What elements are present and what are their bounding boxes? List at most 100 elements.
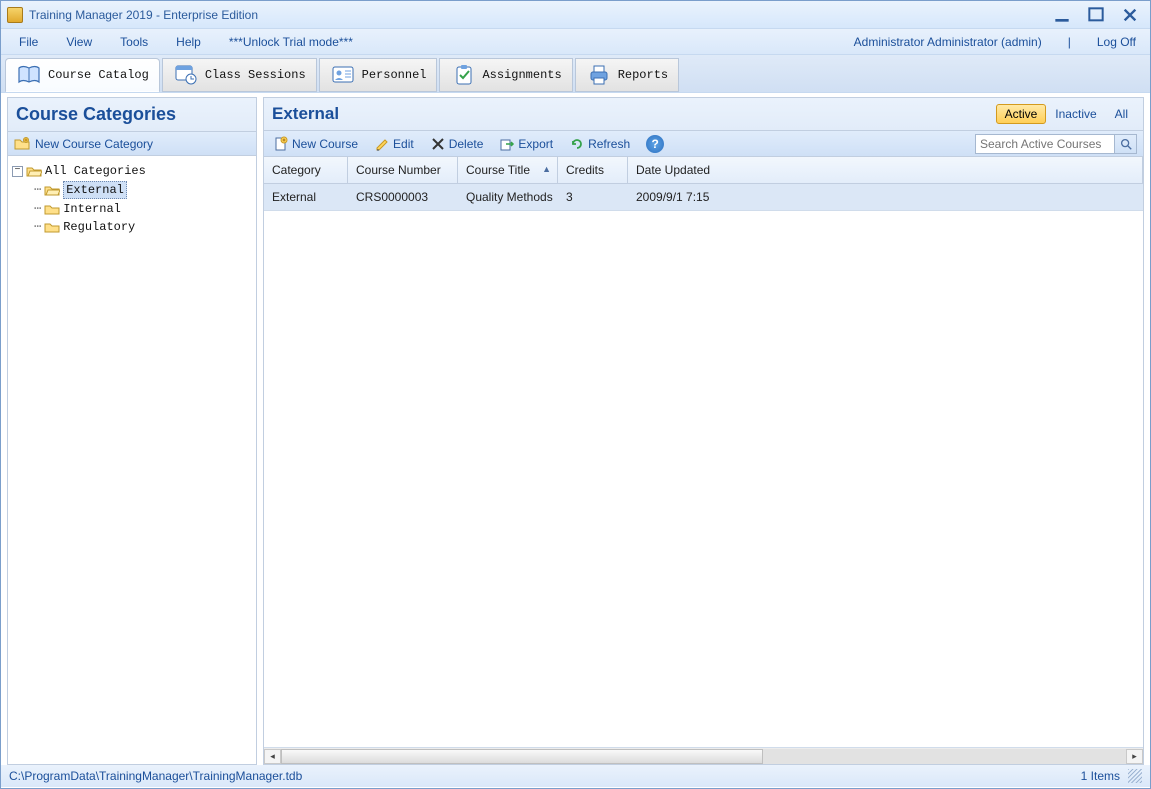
calendar-clock-icon (173, 63, 199, 87)
tree-node-label: External (63, 181, 127, 199)
close-button[interactable] (1122, 9, 1138, 21)
filter-inactive[interactable]: Inactive (1046, 104, 1105, 124)
refresh-button[interactable]: Refresh (566, 135, 633, 153)
cell-credits: 3 (558, 184, 628, 210)
tree-node-label: Internal (63, 201, 121, 217)
menu-bar: File View Tools Help ***Unlock Trial mod… (1, 29, 1150, 55)
refresh-label: Refresh (588, 137, 630, 151)
new-category-button[interactable]: New Course Category (35, 137, 153, 151)
tab-assignments[interactable]: Assignments (439, 58, 572, 92)
export-button[interactable]: Export (496, 135, 556, 153)
minimize-button[interactable] (1054, 9, 1070, 21)
workspace: Course Categories New Course Category − … (1, 93, 1150, 765)
tree-node-external[interactable]: ⋯ External (12, 180, 252, 200)
search-wrap (975, 134, 1137, 154)
col-date-updated[interactable]: Date Updated (628, 157, 1143, 183)
filter-active[interactable]: Active (996, 104, 1047, 124)
menu-help[interactable]: Help (172, 33, 205, 51)
resize-grip[interactable] (1128, 769, 1142, 783)
cell-title: Quality Methods (458, 184, 558, 210)
col-course-number[interactable]: Course Number (348, 157, 458, 183)
tree-connector: ⋯ (34, 219, 41, 235)
collapse-icon[interactable]: − (12, 166, 23, 177)
maximize-button[interactable] (1088, 9, 1104, 21)
tab-label: Assignments (482, 68, 561, 82)
tab-personnel[interactable]: Personnel (319, 58, 438, 92)
menu-view[interactable]: View (62, 33, 96, 51)
sort-asc-icon: ▲ (542, 164, 551, 174)
col-course-title[interactable]: Course Title ▲ (458, 157, 558, 183)
main-tabs: Course Catalog Class Sessions Personnel … (1, 55, 1150, 93)
status-filters: Active Inactive All (996, 104, 1143, 124)
export-label: Export (518, 137, 553, 151)
tab-class-sessions[interactable]: Class Sessions (162, 58, 317, 92)
col-title-label: Course Title (466, 163, 530, 177)
sidebar-title: Course Categories (8, 98, 256, 132)
app-icon (7, 7, 23, 23)
scroll-thumb[interactable] (281, 749, 763, 764)
new-doc-icon (273, 136, 289, 152)
main-panel: External Active Inactive All New Course … (263, 97, 1144, 765)
separator: | (1062, 35, 1077, 49)
window-controls (1054, 9, 1144, 21)
tree-node-internal[interactable]: ⋯ Internal (12, 200, 252, 218)
horizontal-scrollbar[interactable]: ◂ ▸ (264, 747, 1143, 764)
main-title: External (264, 98, 347, 130)
table-row[interactable]: External CRS0000003 Quality Methods 3 20… (264, 184, 1143, 211)
tab-course-catalog[interactable]: Course Catalog (5, 58, 160, 92)
col-credits[interactable]: Credits (558, 157, 628, 183)
scroll-right-button[interactable]: ▸ (1126, 749, 1143, 764)
delete-button[interactable]: Delete (427, 135, 487, 153)
delete-x-icon (430, 136, 446, 152)
sidebar: Course Categories New Course Category − … (7, 97, 257, 765)
window-title: Training Manager 2019 - Enterprise Editi… (29, 8, 1054, 22)
folder-open-icon (44, 183, 60, 197)
menu-file[interactable]: File (15, 33, 42, 51)
filter-all[interactable]: All (1106, 104, 1137, 124)
edit-button[interactable]: Edit (371, 135, 417, 153)
logoff-link[interactable]: Log Off (1097, 35, 1136, 49)
new-course-button[interactable]: New Course (270, 135, 361, 153)
menu-unlock-trial[interactable]: ***Unlock Trial mode*** (225, 33, 357, 51)
tree-connector: ⋯ (34, 201, 41, 217)
clipboard-check-icon (450, 63, 476, 87)
tab-label: Personnel (362, 68, 427, 82)
person-card-icon (330, 63, 356, 87)
tree-root[interactable]: − All Categories (12, 162, 252, 180)
sidebar-toolbar: New Course Category (8, 132, 256, 156)
edit-label: Edit (393, 137, 414, 151)
new-course-label: New Course (292, 137, 358, 151)
title-bar: Training Manager 2019 - Enterprise Editi… (1, 1, 1150, 29)
grid-body: External CRS0000003 Quality Methods 3 20… (264, 184, 1143, 747)
printer-icon (586, 63, 612, 87)
help-button[interactable]: ? (643, 134, 667, 154)
status-bar: C:\ProgramData\TrainingManager\TrainingM… (1, 765, 1150, 787)
status-path: C:\ProgramData\TrainingManager\TrainingM… (9, 769, 302, 783)
col-category[interactable]: Category (264, 157, 348, 183)
tab-reports[interactable]: Reports (575, 58, 679, 92)
scroll-left-button[interactable]: ◂ (264, 749, 281, 764)
cell-number: CRS0000003 (348, 184, 458, 210)
new-folder-icon (14, 137, 30, 151)
action-bar: New Course Edit Delete Export (264, 131, 1143, 157)
help-icon: ? (646, 135, 664, 153)
folder-icon (44, 202, 60, 216)
tab-label: Reports (618, 68, 668, 82)
delete-label: Delete (449, 137, 484, 151)
tree-node-regulatory[interactable]: ⋯ Regulatory (12, 218, 252, 236)
tree-connector: ⋯ (34, 182, 41, 198)
status-item-count: 1 Items (1081, 769, 1120, 783)
scroll-track[interactable] (281, 749, 1126, 764)
pencil-icon (374, 136, 390, 152)
tree-root-label: All Categories (45, 163, 146, 179)
grid-header: Category Course Number Course Title ▲ Cr… (264, 157, 1143, 184)
menu-tools[interactable]: Tools (116, 33, 152, 51)
search-input[interactable] (975, 134, 1115, 154)
cell-category: External (264, 184, 348, 210)
folder-open-icon (26, 164, 42, 178)
folder-icon (44, 220, 60, 234)
refresh-icon (569, 136, 585, 152)
course-grid: Category Course Number Course Title ▲ Cr… (264, 157, 1143, 764)
search-button[interactable] (1115, 134, 1137, 154)
tab-label: Course Catalog (48, 68, 149, 82)
